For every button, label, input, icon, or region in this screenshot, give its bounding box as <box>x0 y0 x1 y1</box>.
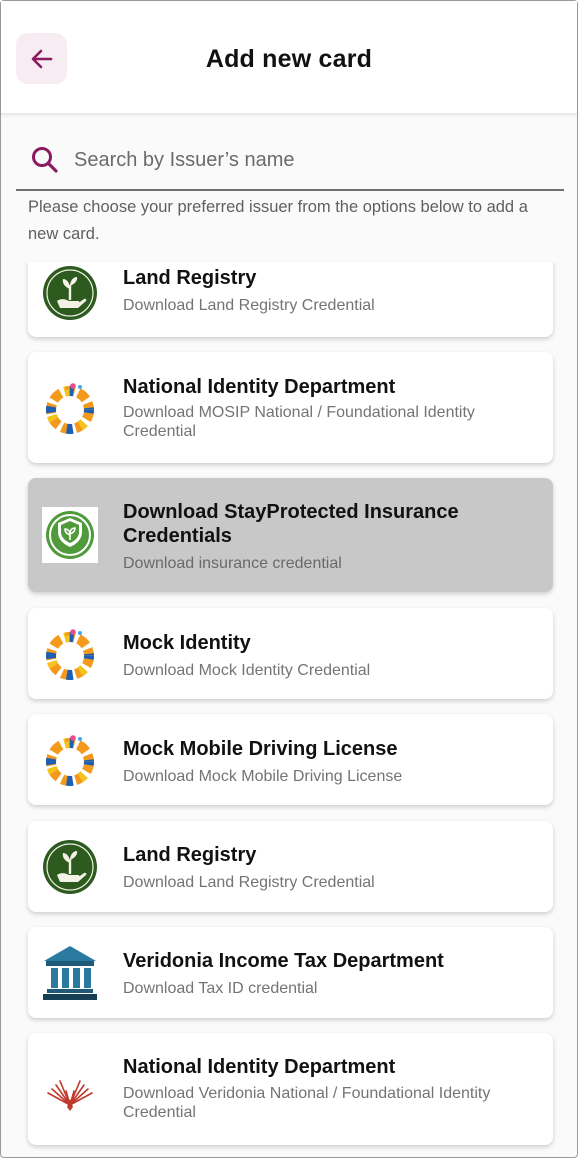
mosip-ring-logo <box>42 732 98 788</box>
mosip-ring-logo <box>42 626 98 682</box>
issuer-card[interactable]: Land Registry Download Land Registry Cre… <box>28 821 553 912</box>
mosip-ring-logo <box>42 380 98 436</box>
page-title: Add new card <box>205 45 373 73</box>
issuer-name: Land Registry <box>123 267 257 289</box>
insurance-shield-logo <box>42 507 98 563</box>
bank-building-logo <box>42 944 98 1000</box>
issuer-card[interactable]: Mock Identity Download Mock Identity Cre… <box>28 608 553 699</box>
land-registry-logo <box>42 839 98 895</box>
issuer-list[interactable]: Land Registry Download Land Registry Cre… <box>1 263 578 1151</box>
search-input[interactable] <box>74 140 534 180</box>
search-bar <box>16 131 564 191</box>
issuer-name: Mock Identity <box>123 632 251 654</box>
app-header: Add new card <box>1 1 577 114</box>
issuer-description: Download insurance credential <box>123 555 342 572</box>
issuer-card-selected[interactable]: Download StayProtected Insurance Credent… <box>28 478 553 592</box>
issuer-name: National Identity Department <box>123 1056 396 1078</box>
issuer-description: Download Veridonia National / Foundation… <box>123 1085 491 1121</box>
issuer-name: Mock Mobile Driving License <box>123 738 398 760</box>
issuer-description: Download Tax ID credential <box>123 980 318 997</box>
issuer-card[interactable]: Mock Mobile Driving License Download Moc… <box>28 714 553 805</box>
issuer-card[interactable]: National Identity Department Download Ve… <box>28 1033 553 1145</box>
issuer-description: Download Land Registry Credential <box>123 874 375 891</box>
issuer-name: Veridonia Income Tax Department <box>123 950 444 972</box>
issuer-description: Download Land Registry Credential <box>123 297 375 314</box>
issuer-card[interactable]: National Identity Department Download MO… <box>28 352 553 463</box>
land-registry-logo <box>42 265 98 321</box>
issuer-description: Download Mock Identity Credential <box>123 662 371 679</box>
issuer-description: Download MOSIP National / Foundational I… <box>123 404 475 440</box>
instruction-text: Please choose your preferred issuer from… <box>28 198 528 243</box>
issuer-name: Download StayProtected Insurance Credent… <box>123 501 459 547</box>
search-icon <box>32 147 58 173</box>
issuer-card[interactable]: Land Registry Download Land Registry Cre… <box>28 263 553 337</box>
issuer-name: National Identity Department <box>123 376 396 398</box>
issuer-description: Download Mock Mobile Driving License <box>123 768 403 785</box>
issuer-name: Land Registry <box>123 844 257 866</box>
issuer-card[interactable]: Veridonia Income Tax Department Download… <box>28 927 553 1018</box>
veridonia-wings-logo <box>42 1061 98 1117</box>
